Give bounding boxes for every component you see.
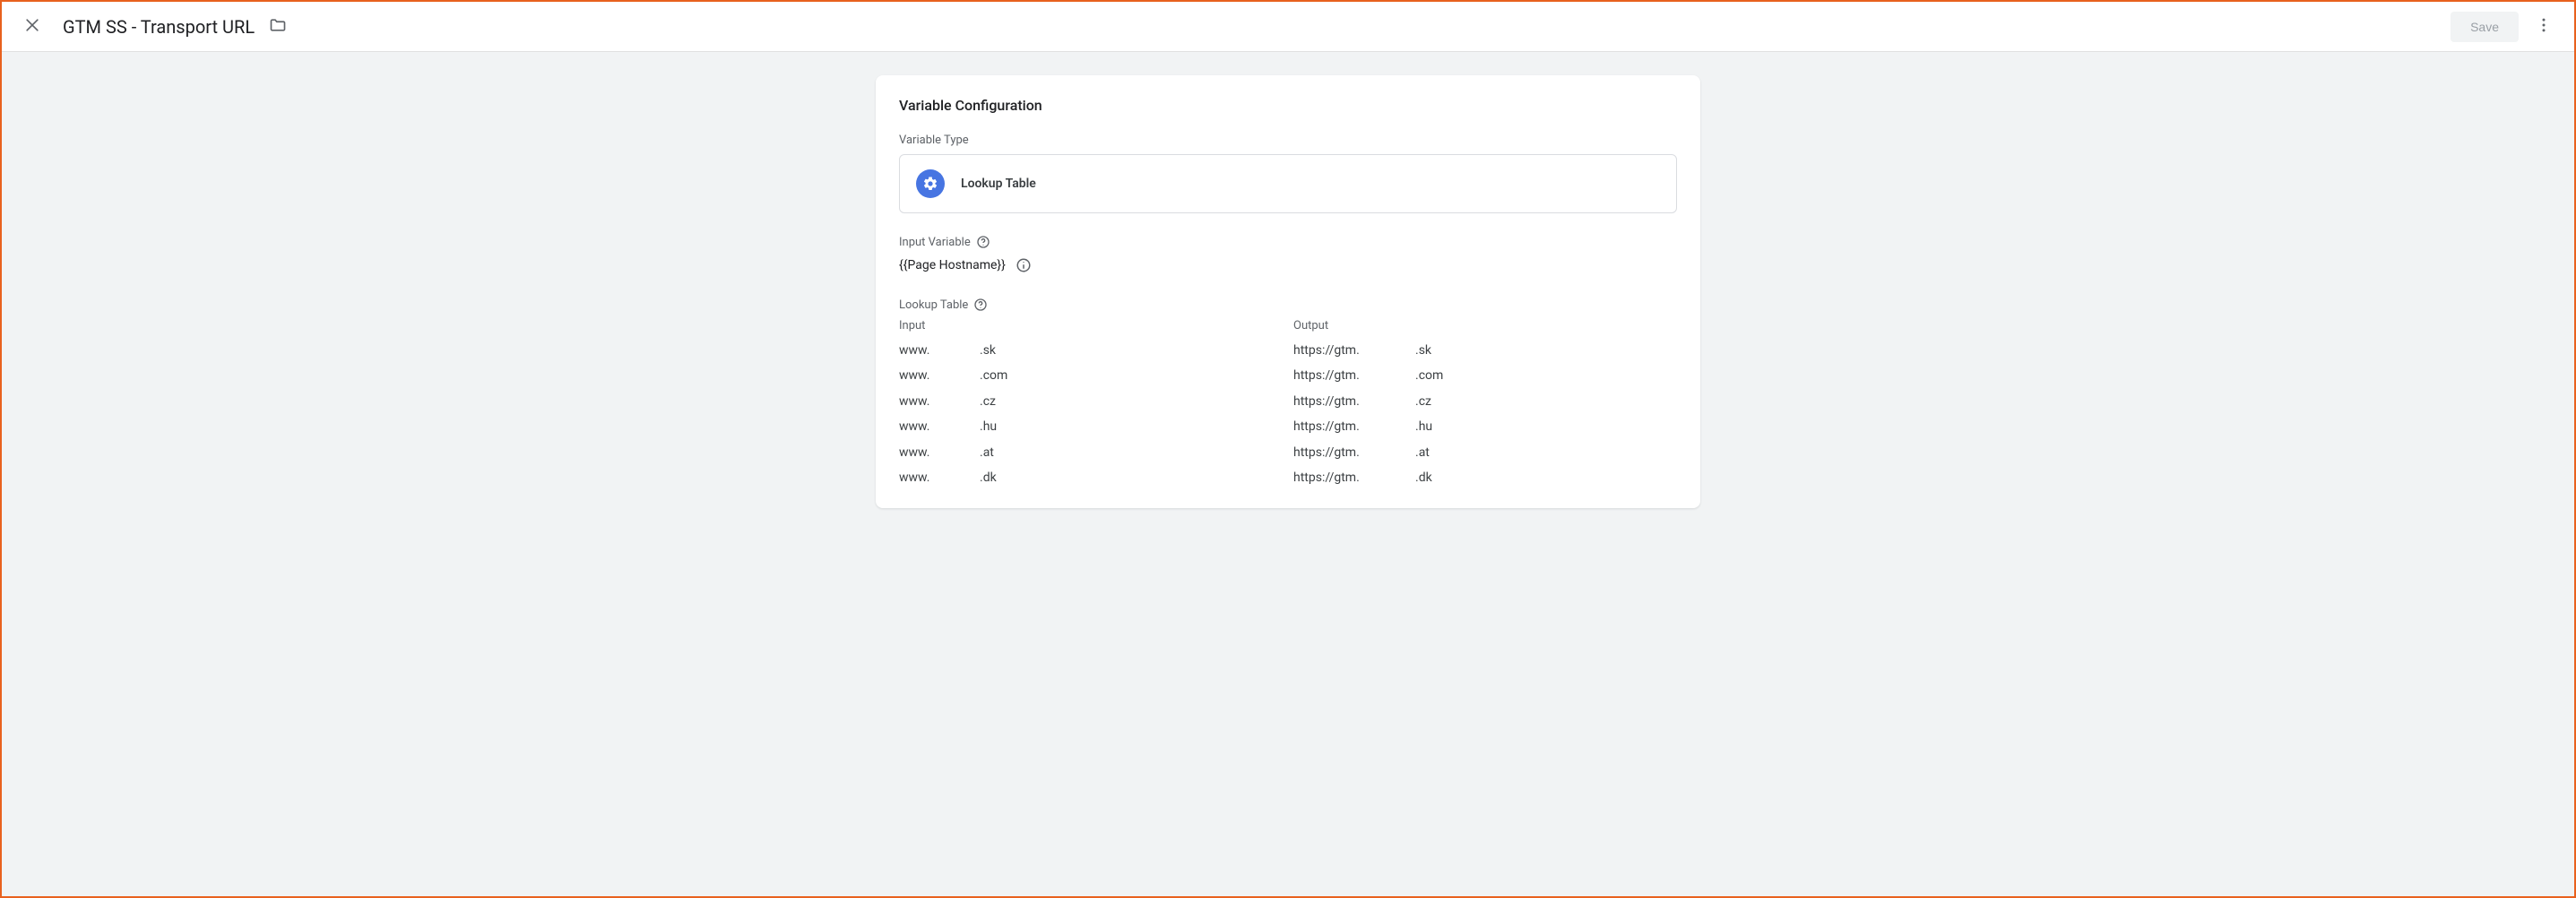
gear-icon [916,169,945,198]
editor-header: GTM SS - Transport URL Save [2,2,2574,52]
output-cell: https://gtm..dk [1293,468,1677,488]
input-prefix: www. [899,468,980,488]
variable-type-name: Lookup Table [961,177,1036,191]
output-cell: https://gtm..cz [1293,392,1677,411]
info-icon[interactable] [1015,256,1033,274]
input-suffix: .at [980,443,994,462]
input-variable-value: {{Page Hostname}} [899,258,1006,272]
input-prefix: www. [899,392,980,411]
table-row: www..comhttps://gtm..com [899,363,1677,388]
input-variable-label-text: Input Variable [899,236,971,249]
output-cell: https://gtm..at [1293,443,1677,462]
output-cell: https://gtm..sk [1293,341,1677,360]
lookup-table-label-text: Lookup Table [899,298,968,312]
input-cell: www..com [899,366,1293,385]
input-prefix: www. [899,417,980,436]
input-cell: www..sk [899,341,1293,360]
input-variable-label: Input Variable [899,235,1677,249]
variable-config-card: Variable Configuration Variable Type Loo… [876,75,1700,508]
lookup-table-label: Lookup Table [899,298,1677,312]
help-icon[interactable] [976,235,990,249]
output-prefix: https://gtm. [1293,341,1415,360]
input-suffix: .cz [980,392,996,411]
output-cell: https://gtm..hu [1293,417,1677,436]
input-suffix: .hu [980,417,997,436]
output-suffix: .dk [1415,468,1432,488]
input-cell: www..hu [899,417,1293,436]
output-prefix: https://gtm. [1293,392,1415,411]
page-title[interactable]: GTM SS - Transport URL [63,16,255,38]
column-header-input: Input [899,319,1293,332]
column-header-output: Output [1293,319,1677,332]
input-prefix: www. [899,341,980,360]
save-button[interactable]: Save [2451,12,2519,42]
output-suffix: .cz [1415,392,1431,411]
content-area: Variable Configuration Variable Type Loo… [2,52,2574,896]
input-suffix: .dk [980,468,997,488]
variable-type-selector[interactable]: Lookup Table [899,154,1677,213]
folder-icon [269,16,287,38]
output-prefix: https://gtm. [1293,443,1415,462]
output-suffix: .at [1415,443,1430,462]
variable-type-label: Variable Type [899,134,1677,147]
table-row: www..skhttps://gtm..sk [899,338,1677,363]
close-button[interactable] [14,9,50,45]
input-prefix: www. [899,443,980,462]
variable-type-label-text: Variable Type [899,134,969,147]
input-prefix: www. [899,366,980,385]
card-title: Variable Configuration [899,97,1677,114]
output-prefix: https://gtm. [1293,417,1415,436]
help-icon[interactable] [973,298,988,312]
table-row: www..czhttps://gtm..cz [899,389,1677,414]
more-menu-button[interactable] [2526,9,2562,45]
table-row: www..athttps://gtm..at [899,440,1677,465]
output-suffix: .sk [1415,341,1431,360]
output-suffix: .hu [1415,417,1432,436]
input-variable-row: {{Page Hostname}} [899,256,1677,274]
output-prefix: https://gtm. [1293,366,1415,385]
table-row: www..huhttps://gtm..hu [899,414,1677,439]
input-cell: www..at [899,443,1293,462]
lookup-table-headers: Input Output [899,319,1677,332]
folder-button[interactable] [262,11,294,43]
lookup-table-body: www..skhttps://gtm..skwww..comhttps://gt… [899,338,1677,490]
input-suffix: .sk [980,341,996,360]
output-cell: https://gtm..com [1293,366,1677,385]
table-row: www..dkhttps://gtm..dk [899,465,1677,490]
output-suffix: .com [1415,366,1443,385]
more-vert-icon [2535,16,2553,38]
close-icon [23,16,41,38]
input-cell: www..cz [899,392,1293,411]
output-prefix: https://gtm. [1293,468,1415,488]
input-cell: www..dk [899,468,1293,488]
input-suffix: .com [980,366,1007,385]
